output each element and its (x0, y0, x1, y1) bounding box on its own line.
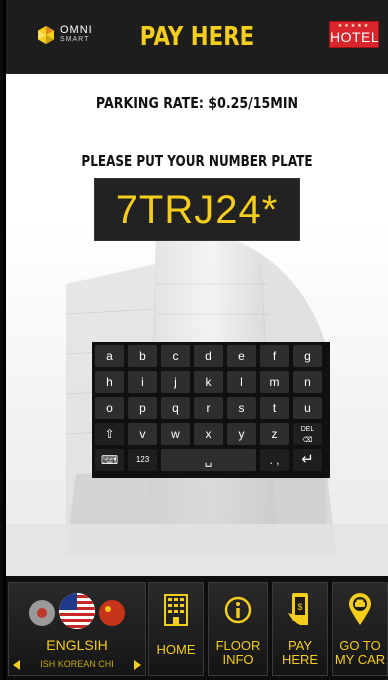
plate-prompt-text: PLEASE PUT YOUR NUMBER PLATE (81, 152, 313, 170)
home-button[interactable]: HOME (148, 582, 204, 676)
punctuation-key[interactable]: . , (260, 449, 289, 471)
go-to-my-car-label-1: GO TO (339, 638, 381, 653)
header-bar: OMNI SMART PAY HERE ★★★★★ HOTEL (6, 0, 388, 74)
key-e[interactable]: e (227, 345, 256, 367)
shift-key-icon[interactable]: ⇧ (95, 423, 124, 445)
key-h[interactable]: h (95, 371, 124, 393)
key-d[interactable]: d (194, 345, 223, 367)
key-n[interactable]: n (293, 371, 322, 393)
key-y[interactable]: y (227, 423, 256, 445)
floor-info-label-2: INFO (222, 652, 254, 667)
pay-here-label-1: PAY (287, 638, 313, 653)
key-p[interactable]: p (128, 397, 157, 419)
key-f[interactable]: f (260, 345, 289, 367)
key-j[interactable]: j (161, 371, 190, 393)
key-m[interactable]: m (260, 371, 289, 393)
key-z[interactable]: z (260, 423, 289, 445)
key-g[interactable]: g (293, 345, 322, 367)
hotel-label: HOTEL (330, 29, 380, 45)
space-key[interactable]: ␣ (161, 449, 256, 471)
pay-here-label-2: HERE (281, 652, 319, 667)
key-s[interactable]: s (227, 397, 256, 419)
pay-here-button[interactable]: $ PAY HERE (272, 582, 328, 676)
key-v[interactable]: v (128, 423, 157, 445)
key-i[interactable]: i (128, 371, 157, 393)
key-u[interactable]: u (293, 397, 322, 419)
key-l[interactable]: l (227, 371, 256, 393)
key-k[interactable]: k (194, 371, 223, 393)
key-o[interactable]: o (95, 397, 124, 419)
floor-info-label-1: FLOOR (215, 638, 261, 653)
parking-rate-text: PARKING RATE: $0.25/15MIN (95, 94, 299, 112)
language-strip: ISH KOREAN CHI (40, 659, 114, 669)
keyboard-hide-icon[interactable]: ⌨ (95, 449, 124, 471)
enter-key-icon[interactable]: ↵ (293, 449, 322, 471)
delete-key-label: DEL (300, 426, 315, 433)
bottom-nav: ENGLSIH ISH KOREAN CHI HOME FLOOR INFO $… (6, 576, 388, 680)
key-w[interactable]: w (161, 423, 190, 445)
svg-text:$: $ (297, 602, 302, 612)
app-frame: OMNI SMART PAY HERE ★★★★★ HOTEL PARKING … (0, 0, 388, 680)
plate-input[interactable]: 7TRJ24* (94, 178, 300, 241)
key-x[interactable]: x (194, 423, 223, 445)
delete-key[interactable]: DEL ⌫ (293, 423, 322, 445)
go-to-my-car-label-2: MY CAR (334, 652, 386, 667)
page-title: PAY HERE (139, 22, 255, 52)
hotel-stars-icon: ★★★★★ (337, 23, 371, 29)
on-screen-keyboard: a b c d e f g h i j k l m n o p q r s t … (92, 342, 330, 478)
key-q[interactable]: q (161, 397, 190, 419)
car-location-icon (349, 593, 371, 625)
key-b[interactable]: b (128, 345, 157, 367)
key-r[interactable]: r (194, 397, 223, 419)
home-label: HOME (156, 642, 196, 657)
main-panel: PARKING RATE: $0.25/15MIN PLEASE PUT YOU… (6, 74, 388, 576)
floor-info-button[interactable]: FLOOR INFO (208, 582, 268, 676)
key-t[interactable]: t (260, 397, 289, 419)
go-to-my-car-button[interactable]: GO TO MY CAR (332, 582, 388, 676)
backspace-icon: ⌫ (302, 437, 313, 444)
language-next-arrow-icon[interactable] (134, 660, 141, 670)
building-icon (164, 594, 188, 626)
key-c[interactable]: c (161, 345, 190, 367)
language-label: ENGLSIH (46, 637, 108, 653)
flags-icon (29, 593, 125, 629)
language-selector[interactable]: ENGLSIH ISH KOREAN CHI (8, 582, 146, 676)
numbers-key[interactable]: 123 (128, 449, 157, 471)
hotel-button[interactable]: ★★★★★ HOTEL (329, 21, 379, 48)
info-icon (224, 596, 252, 624)
pay-phone-icon: $ (288, 593, 308, 625)
key-a[interactable]: a (95, 345, 124, 367)
